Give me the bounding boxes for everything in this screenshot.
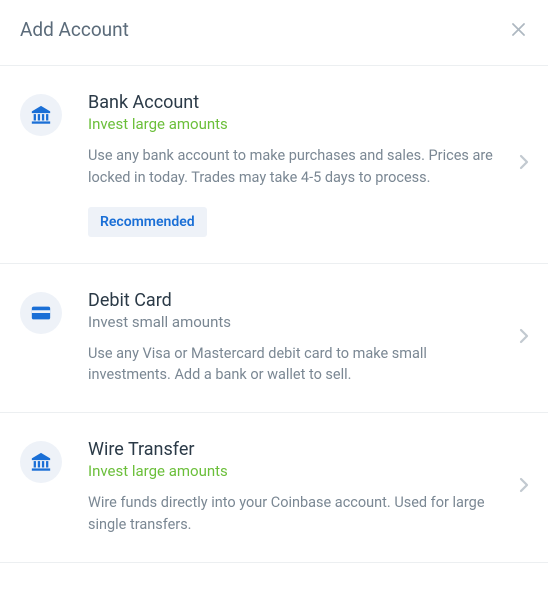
bank-icon bbox=[30, 451, 52, 473]
bank-icon bbox=[30, 104, 52, 126]
debit-card-icon bbox=[30, 302, 52, 324]
close-button[interactable] bbox=[509, 20, 528, 39]
chevron-right-icon bbox=[518, 153, 530, 175]
recommended-badge: Recommended bbox=[88, 207, 207, 237]
close-icon bbox=[509, 20, 528, 39]
option-description: Wire funds directly into your Coinbase a… bbox=[88, 492, 498, 536]
option-wire-transfer[interactable]: Wire Transfer Invest large amounts Wire … bbox=[0, 413, 548, 563]
option-title: Debit Card bbox=[88, 290, 498, 311]
option-bank-account[interactable]: Bank Account Invest large amounts Use an… bbox=[0, 66, 548, 264]
icon-circle bbox=[20, 441, 62, 483]
option-subtitle: Invest large amounts bbox=[88, 115, 498, 133]
option-subtitle: Invest large amounts bbox=[88, 462, 498, 480]
option-title: Wire Transfer bbox=[88, 439, 498, 460]
option-content: Debit Card Invest small amounts Use any … bbox=[88, 290, 528, 387]
option-debit-card[interactable]: Debit Card Invest small amounts Use any … bbox=[0, 264, 548, 414]
icon-circle bbox=[20, 292, 62, 334]
chevron-right-icon bbox=[518, 476, 530, 498]
option-subtitle: Invest small amounts bbox=[88, 313, 498, 331]
option-description: Use any bank account to make purchases a… bbox=[88, 145, 498, 189]
modal-title: Add Account bbox=[20, 18, 129, 41]
icon-circle bbox=[20, 94, 62, 136]
option-content: Wire Transfer Invest large amounts Wire … bbox=[88, 439, 528, 536]
option-description: Use any Visa or Mastercard debit card to… bbox=[88, 343, 498, 387]
option-title: Bank Account bbox=[88, 92, 498, 113]
chevron-right-icon bbox=[518, 327, 530, 349]
option-content: Bank Account Invest large amounts Use an… bbox=[88, 92, 528, 237]
modal-header: Add Account bbox=[0, 0, 548, 66]
